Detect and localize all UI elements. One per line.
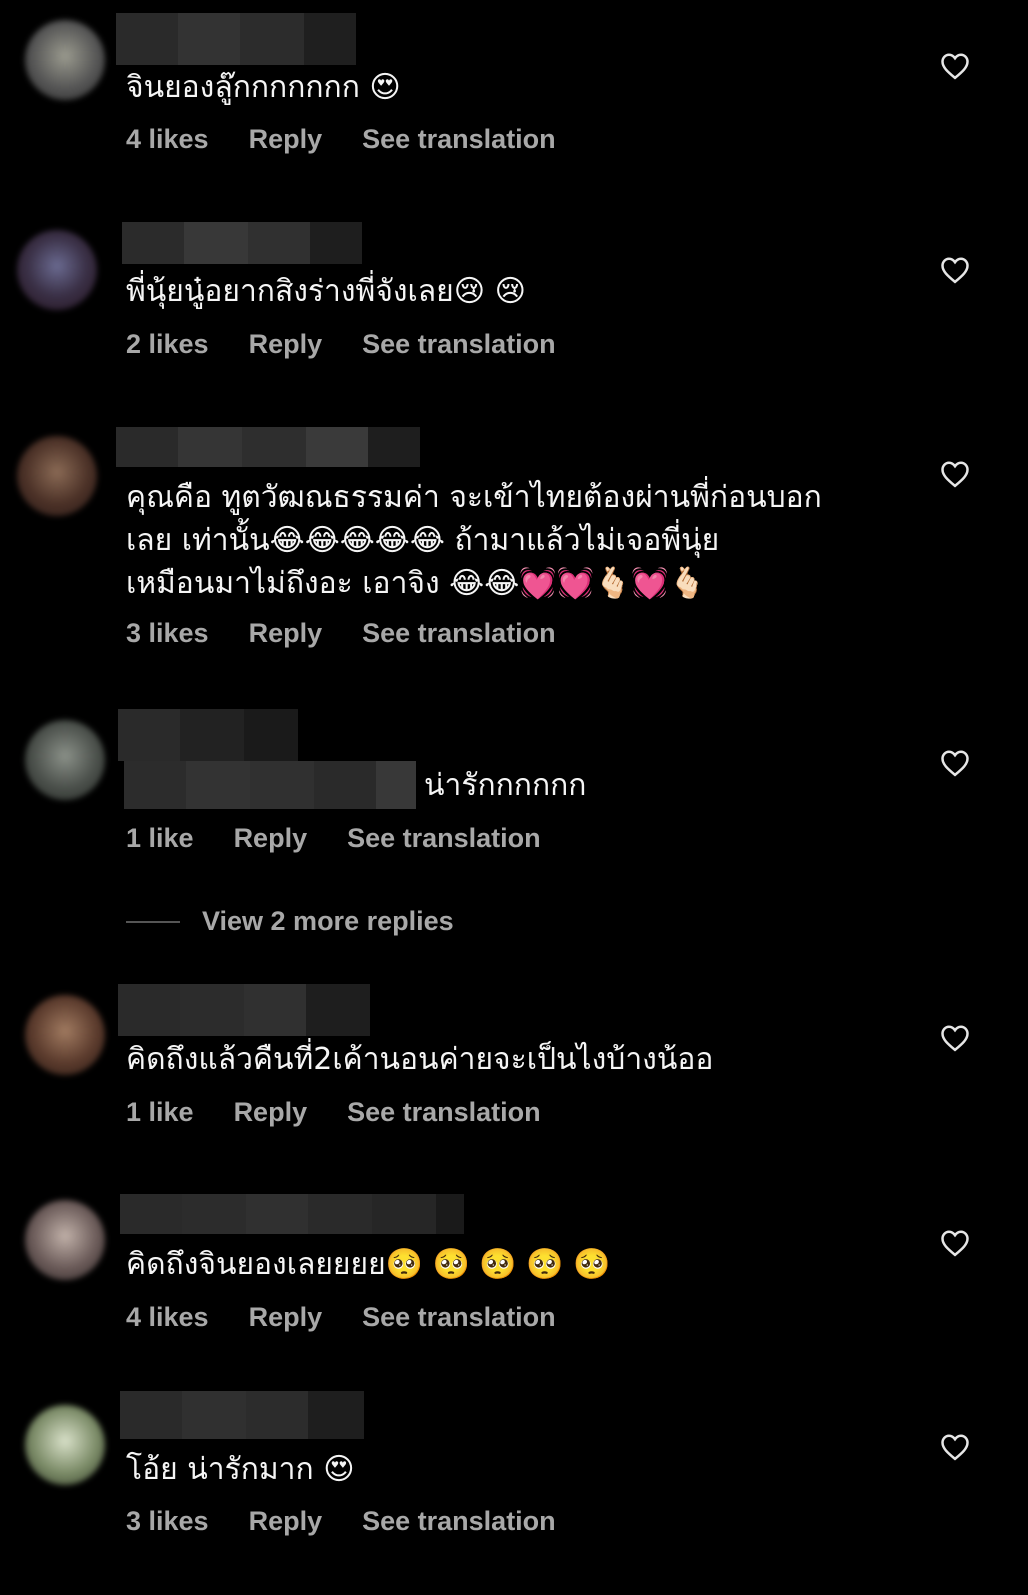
comment-actions: 4 likes Reply See translation xyxy=(126,124,556,155)
reply-button[interactable]: Reply xyxy=(234,1097,308,1128)
likes-count[interactable]: 4 likes xyxy=(126,1302,209,1333)
see-translation-link[interactable]: See translation xyxy=(347,1097,541,1128)
comment-actions: 2 likes Reply See translation xyxy=(126,329,556,360)
avatar[interactable] xyxy=(25,1200,105,1280)
heart-icon[interactable] xyxy=(940,460,970,488)
view-more-replies-label[interactable]: View 2 more replies xyxy=(202,906,454,937)
likes-count[interactable]: 2 likes xyxy=(126,329,209,360)
view-more-replies[interactable]: View 2 more replies xyxy=(126,906,454,937)
see-translation-link[interactable]: See translation xyxy=(362,124,556,155)
likes-count[interactable]: 1 like xyxy=(126,823,194,854)
comment-text: คิดถึงแล้วคืนที่2เค้านอนค่ายจะเป็นไงบ้าง… xyxy=(126,1042,714,1077)
avatar[interactable] xyxy=(25,1405,105,1485)
likes-count[interactable]: 3 likes xyxy=(126,618,209,649)
redacted-username[interactable] xyxy=(118,709,298,761)
redacted-mention[interactable] xyxy=(124,761,416,809)
comment-actions: 1 like Reply See translation xyxy=(126,823,541,854)
comment-text: จินยองลู๊กกกกกกก 😍 xyxy=(126,70,401,105)
reply-button[interactable]: Reply xyxy=(249,124,323,155)
see-translation-link[interactable]: See translation xyxy=(362,1302,556,1333)
likes-count[interactable]: 4 likes xyxy=(126,124,209,155)
redacted-username[interactable] xyxy=(116,427,420,467)
reply-button[interactable]: Reply xyxy=(249,329,323,360)
avatar[interactable] xyxy=(25,20,105,100)
redacted-username[interactable] xyxy=(116,13,356,65)
likes-count[interactable]: 1 like xyxy=(126,1097,194,1128)
comment-text: พี่นุ้ยนู๋อยากสิงร่างพี่จังเลย😢 😢 xyxy=(126,274,526,309)
reply-button[interactable]: Reply xyxy=(234,823,308,854)
comment-text: น่ารักกกกกก xyxy=(424,768,587,803)
reply-button[interactable]: Reply xyxy=(249,618,323,649)
heart-icon[interactable] xyxy=(940,1024,970,1052)
reply-button[interactable]: Reply xyxy=(249,1506,323,1537)
heart-icon[interactable] xyxy=(940,256,970,284)
comment-actions: 3 likes Reply See translation xyxy=(126,1506,556,1537)
redacted-username[interactable] xyxy=(120,1391,364,1439)
see-translation-link[interactable]: See translation xyxy=(362,329,556,360)
reply-button[interactable]: Reply xyxy=(249,1302,323,1333)
comment-actions: 1 like Reply See translation xyxy=(126,1097,541,1128)
avatar[interactable] xyxy=(25,995,105,1075)
avatar[interactable] xyxy=(17,436,97,516)
heart-icon[interactable] xyxy=(940,1229,970,1257)
redacted-username[interactable] xyxy=(122,222,362,264)
comment-actions: 4 likes Reply See translation xyxy=(126,1302,556,1333)
redacted-username[interactable] xyxy=(118,984,370,1036)
heart-icon[interactable] xyxy=(940,1433,970,1461)
see-translation-link[interactable]: See translation xyxy=(362,1506,556,1537)
heart-icon[interactable] xyxy=(940,52,970,80)
heart-icon[interactable] xyxy=(940,749,970,777)
likes-count[interactable]: 3 likes xyxy=(126,1506,209,1537)
avatar[interactable] xyxy=(17,230,97,310)
comment-text: โอ้ย น่ารักมาก 😍 xyxy=(126,1452,355,1487)
avatar[interactable] xyxy=(25,720,105,800)
see-translation-link[interactable]: See translation xyxy=(347,823,541,854)
comment-actions: 3 likes Reply See translation xyxy=(126,618,556,649)
redacted-username[interactable] xyxy=(120,1194,464,1234)
divider-line xyxy=(126,920,180,923)
see-translation-link[interactable]: See translation xyxy=(362,618,556,649)
comment-text: คุณคือ ทูตวัฒณธรรมค่า จะเข้าไทยต้องผ่านพ… xyxy=(126,480,822,601)
comment-text: คิดถึงจินยองเลยยยย🥺 🥺 🥺 🥺 🥺 xyxy=(126,1247,611,1282)
